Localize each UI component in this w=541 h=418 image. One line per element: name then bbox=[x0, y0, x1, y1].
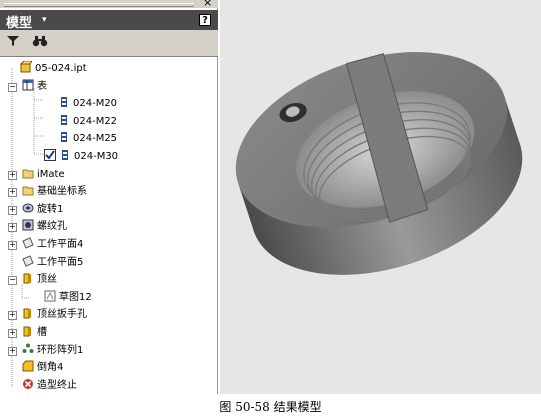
tree-item[interactable]: 024-M30 bbox=[44, 148, 118, 166]
expand-icon[interactable]: + bbox=[8, 188, 17, 198]
tree-item[interactable]: 05-024.ipt bbox=[19, 60, 87, 78]
tree-item-label: 倒角4 bbox=[37, 362, 64, 374]
workplane-icon bbox=[22, 237, 34, 249]
browser-title[interactable]: 模型 bbox=[6, 12, 32, 31]
folder-icon bbox=[22, 184, 34, 196]
row-icon bbox=[58, 114, 70, 126]
tree-item[interactable]: 024-M20 bbox=[58, 95, 117, 113]
tree-item[interactable]: 环形阵列1 bbox=[22, 342, 83, 360]
expand-icon[interactable]: + bbox=[8, 346, 17, 356]
tree-item[interactable]: 顶丝扳手孔 bbox=[22, 306, 87, 324]
part-icon bbox=[19, 60, 33, 73]
tree-item[interactable]: 螺纹孔 bbox=[22, 218, 67, 236]
expand-icon[interactable]: + bbox=[8, 241, 17, 250]
figure-caption: 图 50-58 结果模型 bbox=[219, 400, 322, 414]
extrude-icon bbox=[22, 325, 34, 337]
tree-item-label: 024-M30 bbox=[74, 151, 119, 162]
collapse-icon[interactable]: − bbox=[8, 276, 17, 286]
tree-item[interactable]: 024-M22 bbox=[58, 113, 117, 131]
tree-item[interactable]: 顶丝 bbox=[22, 271, 57, 289]
tree-item[interactable]: 工作平面4 bbox=[22, 236, 83, 254]
3d-viewport[interactable] bbox=[220, 0, 541, 394]
browser-header: 模型 ▾ ? bbox=[0, 10, 218, 31]
row-icon bbox=[59, 149, 71, 161]
tree-item-label: 基础坐标系 bbox=[37, 186, 87, 198]
expand-icon[interactable]: + bbox=[8, 170, 17, 180]
panel-title-strip[interactable]: × bbox=[0, 0, 218, 9]
help-icon[interactable]: ? bbox=[199, 14, 211, 26]
tree-item[interactable]: 旋转1 bbox=[22, 201, 63, 219]
tree-item[interactable]: iMate bbox=[22, 166, 65, 184]
tree-item-label: 024-M20 bbox=[73, 98, 118, 110]
expand-icon[interactable]: + bbox=[8, 205, 17, 215]
row-icon bbox=[58, 96, 70, 108]
tree-item[interactable]: 倒角4 bbox=[22, 359, 63, 377]
workplane-icon bbox=[22, 254, 34, 267]
folder-icon bbox=[22, 167, 34, 179]
pattern-icon bbox=[22, 343, 34, 355]
tree-item-label: 螺纹孔 bbox=[37, 221, 67, 233]
model-tree: 05-024.ipt 表 − 024-M20 024-M22 024-M25 024-M30… bbox=[0, 56, 218, 394]
expand-icon[interactable]: + bbox=[8, 223, 17, 233]
filter-icon[interactable] bbox=[3, 34, 23, 52]
tree-item[interactable]: 024-M25 bbox=[58, 130, 117, 148]
model-browser-panel: × 模型 ▾ ? 05-024.ipt 表 − 024-M20 024-M22 024-M… bbox=[0, 0, 218, 394]
tree-item-label: 05-024.ipt bbox=[35, 63, 87, 74]
tree-item-label: 表 bbox=[37, 80, 47, 92]
tree-item[interactable]: 基础坐标系 bbox=[22, 183, 87, 201]
browser-toolbar bbox=[0, 30, 218, 57]
tree-item-label: 草图12 bbox=[59, 291, 92, 303]
tree-item-label: 024-M25 bbox=[73, 133, 118, 145]
tree-item-label: 环形阵列1 bbox=[37, 344, 84, 356]
tree-item-label: 顶丝 bbox=[37, 274, 57, 286]
extrude-icon bbox=[22, 272, 34, 284]
tree-item[interactable]: 草图12 bbox=[44, 289, 92, 307]
chevron-down-icon[interactable]: ▾ bbox=[42, 15, 47, 25]
close-icon[interactable]: × bbox=[203, 0, 212, 9]
tree-item[interactable]: 槽 bbox=[22, 324, 47, 342]
locknut-model bbox=[235, 52, 523, 275]
tree-item[interactable]: 工作平面5 bbox=[22, 254, 83, 272]
binoculars-icon[interactable] bbox=[30, 34, 50, 52]
tree-item-label: 旋转1 bbox=[37, 203, 64, 215]
tree-item-label: 槽 bbox=[37, 327, 47, 338]
tree-item-label: 顶丝扳手孔 bbox=[37, 309, 87, 321]
check-icon[interactable] bbox=[44, 149, 56, 161]
revolve-icon bbox=[22, 202, 34, 214]
end-of-part-icon bbox=[22, 378, 34, 390]
expand-icon[interactable]: + bbox=[8, 311, 17, 321]
row-icon bbox=[58, 131, 70, 143]
tree-item-label: 工作平面5 bbox=[37, 256, 84, 268]
drag-grip[interactable] bbox=[4, 3, 194, 7]
sketch-icon bbox=[44, 290, 56, 302]
chamfer-icon bbox=[22, 360, 34, 372]
tree-item-label: 造型终止 bbox=[37, 379, 77, 391]
collapse-icon[interactable]: − bbox=[8, 82, 17, 92]
table-icon bbox=[22, 79, 34, 91]
tree-item[interactable]: 造型终止 bbox=[22, 377, 77, 395]
hole-icon bbox=[22, 219, 34, 231]
tree-item-label: 工作平面4 bbox=[37, 239, 84, 250]
extrude-icon bbox=[22, 307, 34, 319]
tree-item-label: 024-M22 bbox=[73, 115, 118, 127]
tree-item[interactable]: 表 bbox=[22, 78, 47, 96]
expand-icon[interactable]: + bbox=[8, 329, 17, 338]
tree-item-label: iMate bbox=[37, 168, 65, 180]
